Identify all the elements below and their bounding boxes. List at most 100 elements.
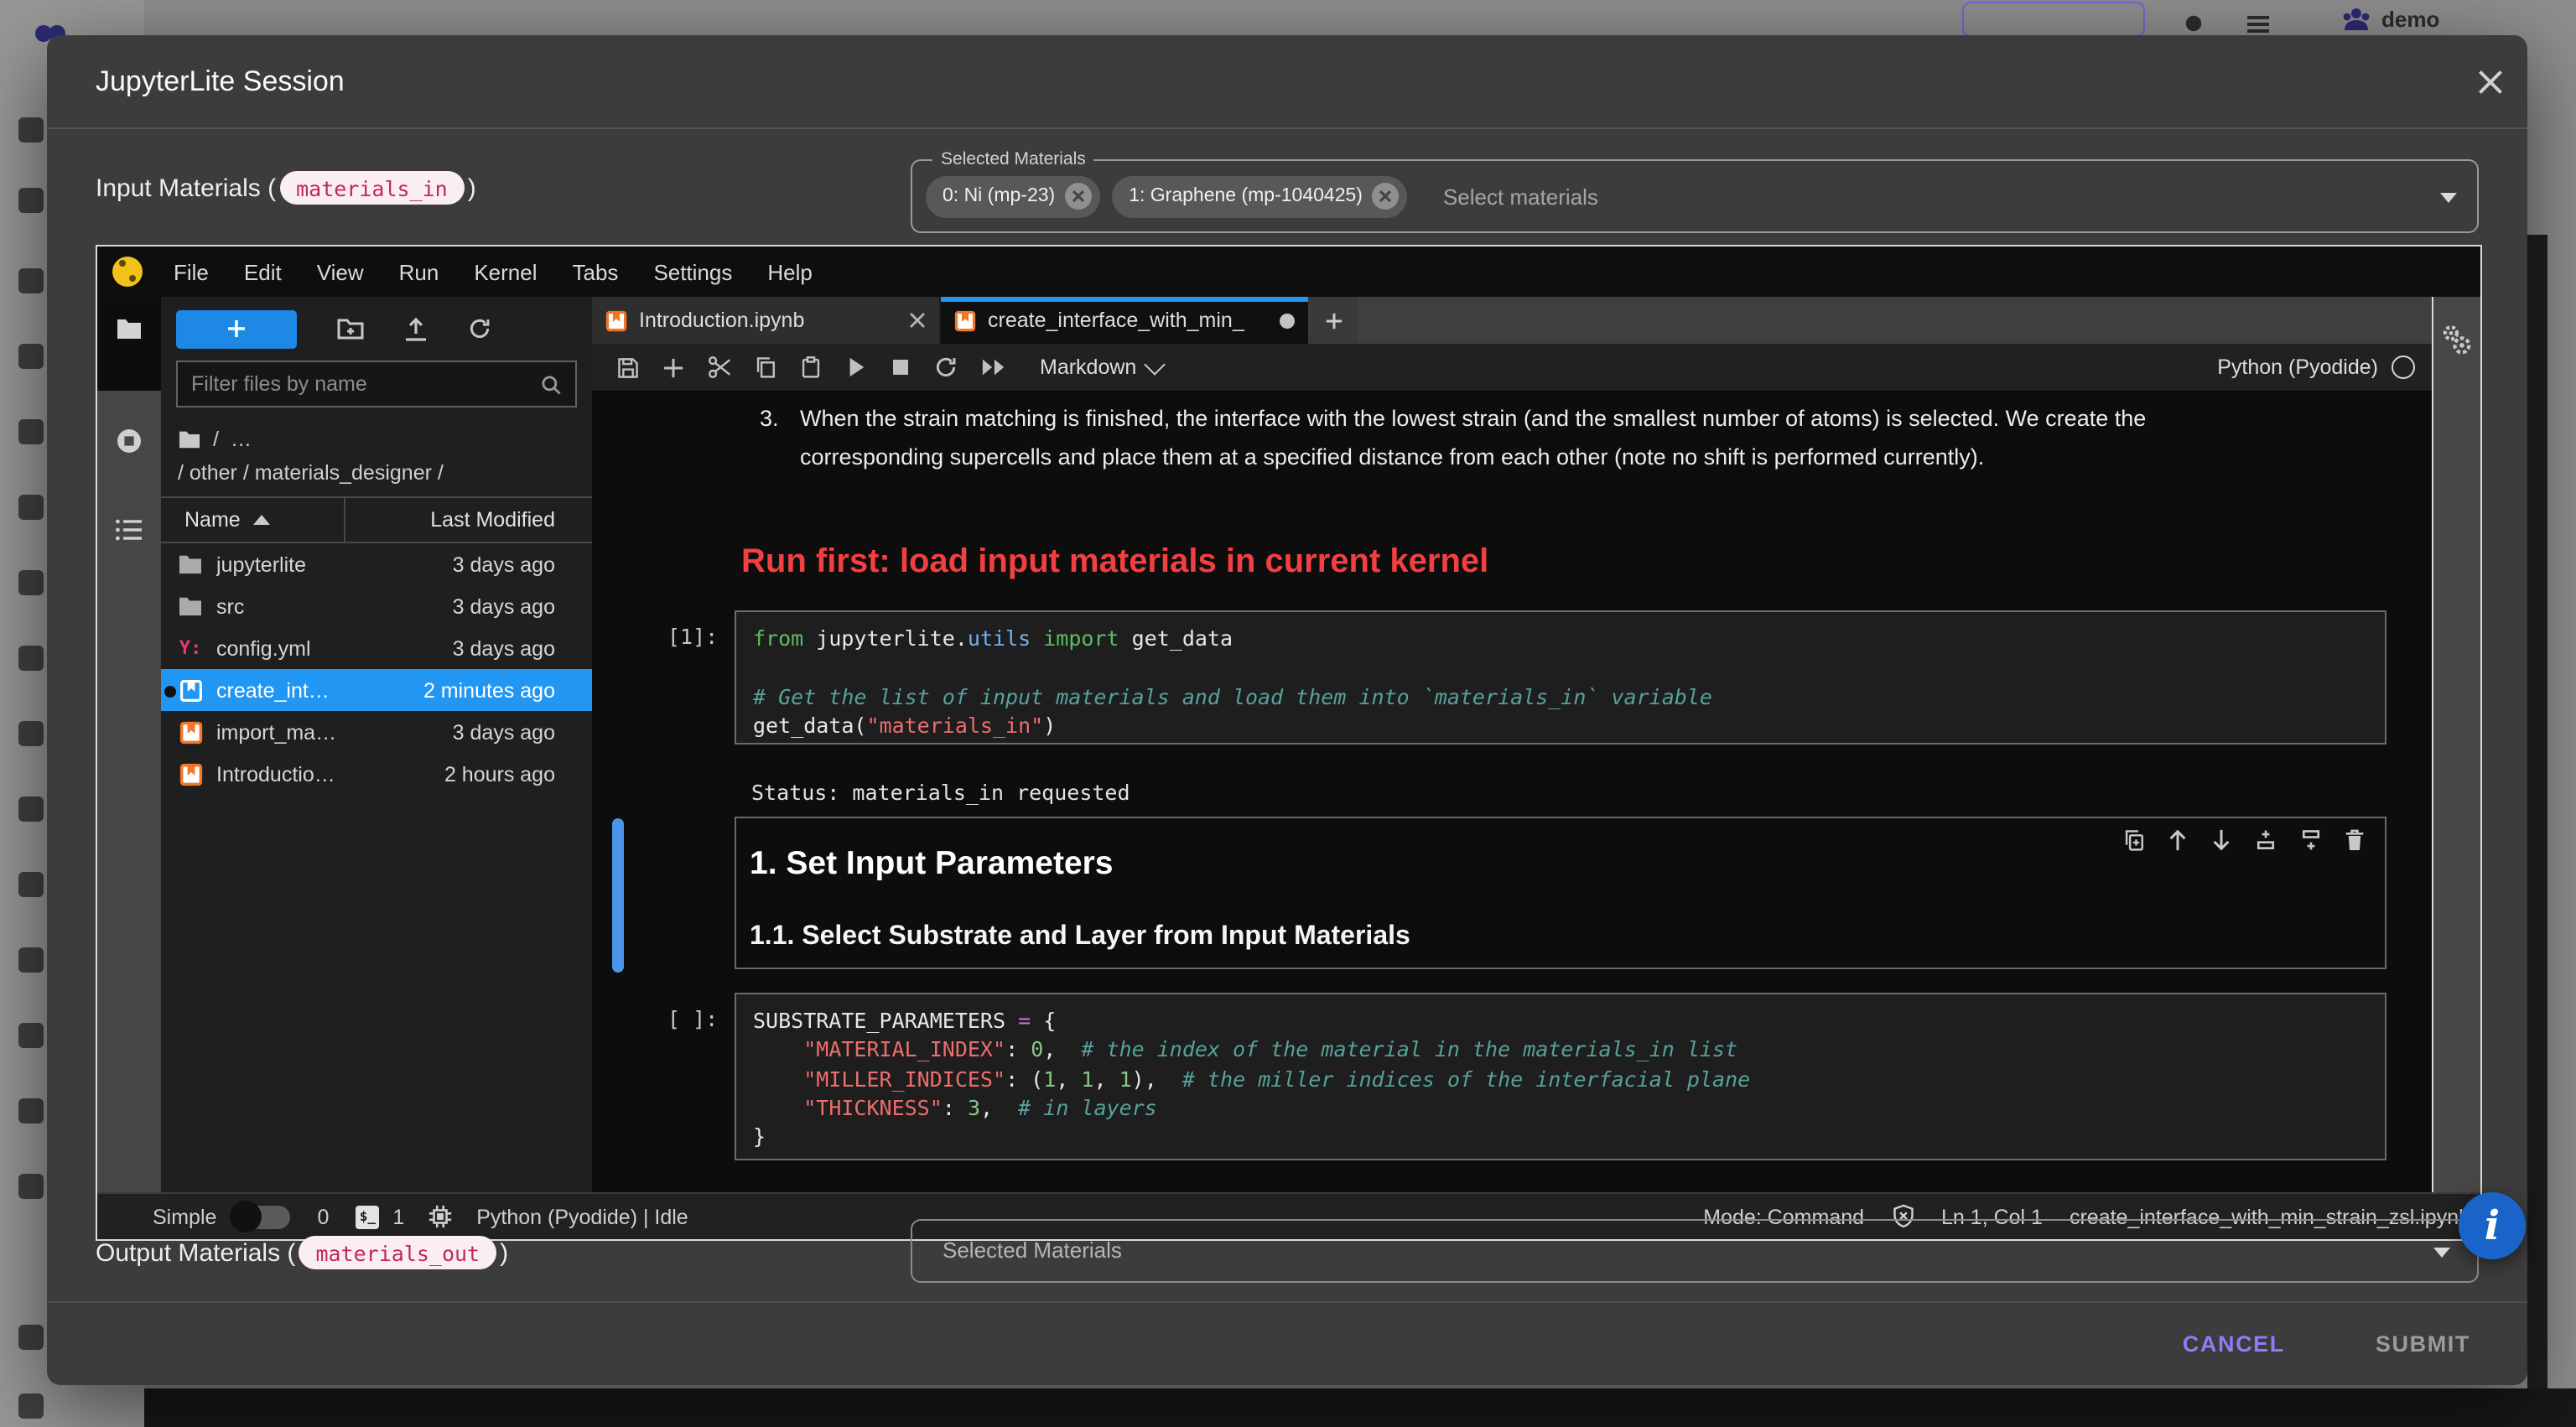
materials-out-code-chip: materials_out: [299, 1236, 496, 1269]
file-row[interactable]: Introductio… 2 hours ago: [161, 753, 592, 795]
copy-icon[interactable]: [755, 355, 776, 379]
notebook-tab-icon: [954, 309, 976, 331]
new-launcher-button[interactable]: [176, 309, 297, 348]
activity-bar-lower: [97, 391, 161, 1192]
cell-output: Status: materials_in requested: [751, 780, 1130, 805]
filter-files-input[interactable]: [178, 372, 540, 396]
kernel-indicator[interactable]: Python (Pyodide): [2217, 355, 2415, 379]
duplicate-cell-icon[interactable]: [2123, 828, 2145, 852]
file-modified: 2 hours ago: [344, 762, 592, 786]
file-row[interactable]: Y: config.yml 3 days ago: [161, 627, 592, 669]
cut-icon[interactable]: [708, 355, 731, 379]
table-of-contents-tab-icon[interactable]: [116, 518, 143, 542]
unsaved-changes-dot[interactable]: [1280, 313, 1295, 328]
paste-icon[interactable]: [800, 355, 822, 379]
cell-type-dropdown[interactable]: Markdown: [1040, 355, 1161, 379]
background-sidebar-icon: [18, 344, 44, 369]
terminals-count[interactable]: 0: [317, 1205, 329, 1228]
output-dropdown-label: Selected Materials: [943, 1221, 1122, 1281]
chevron-down-icon: [2433, 1248, 2450, 1258]
selected-materials-chips: 0: Ni (mp-23) 1: Graphene (mp-1040425) S…: [926, 161, 1598, 231]
file-list: jupyterlite 3 days ago src 3 days ago Y:: [161, 543, 592, 795]
insert-cell-above-icon[interactable]: [2254, 828, 2277, 852]
close-icon[interactable]: [2474, 65, 2507, 99]
column-name[interactable]: Name: [161, 498, 344, 542]
background-outlined-button: [1962, 2, 2145, 37]
chip-delete-icon[interactable]: [1373, 183, 1400, 210]
file-modified: 3 days ago: [344, 720, 592, 744]
restart-run-all-icon[interactable]: [981, 357, 1006, 377]
code-cell[interactable]: SUBSTRATE_PARAMETERS = { "MATERIAL_INDEX…: [735, 993, 2386, 1160]
menu-kernel[interactable]: Kernel: [456, 259, 554, 284]
menu-file[interactable]: File: [156, 259, 226, 284]
restart-kernel-icon[interactable]: [934, 355, 958, 379]
folder-icon: [178, 595, 203, 617]
filter-files-box: [176, 361, 577, 407]
file-row[interactable]: src 3 days ago: [161, 585, 592, 627]
file-row[interactable]: import_ma… 3 days ago: [161, 711, 592, 753]
tab-introduction[interactable]: Introduction.ipynb: [592, 297, 941, 344]
tab-create-interface[interactable]: create_interface_with_min_: [941, 297, 1308, 344]
breadcrumb-ellipsis[interactable]: …: [231, 428, 252, 451]
column-last-modified[interactable]: Last Modified: [344, 498, 592, 542]
home-folder-icon[interactable]: [178, 429, 201, 449]
menu-help[interactable]: Help: [750, 259, 830, 284]
simple-mode-toggle[interactable]: [233, 1205, 290, 1228]
yaml-file-icon: Y:: [178, 637, 203, 659]
background-sidebar-icon: [18, 797, 44, 822]
insert-cell-icon[interactable]: [662, 356, 684, 378]
run-first-heading: Run first: load input materials in curre…: [741, 543, 1488, 582]
breadcrumb: / … / other / materials_designer /: [161, 421, 592, 485]
notebook-content[interactable]: 3. When the strain matching is finished,…: [592, 392, 2432, 1192]
file-browser-tab-icon[interactable]: [116, 317, 143, 340]
file-row[interactable]: jupyterlite 3 days ago: [161, 543, 592, 585]
move-cell-up-icon[interactable]: [2167, 828, 2189, 852]
file-browser-panel: / … / other / materials_designer / Name …: [161, 297, 592, 1192]
menu-view[interactable]: View: [299, 259, 382, 284]
code-line: SUBSTRATE_PARAMETERS = {: [753, 1006, 2368, 1035]
running-kernels-tab-icon[interactable]: [116, 428, 143, 454]
markdown-list-text: corresponding supercells and place them …: [800, 444, 1984, 470]
kernel-status-text[interactable]: Python (Pyodide) | Idle: [476, 1205, 688, 1228]
cancel-button[interactable]: CANCEL: [2173, 1330, 2295, 1358]
material-chip[interactable]: 1: Graphene (mp-1040425): [1112, 175, 1408, 217]
background-sidebar-icon: [18, 188, 44, 213]
chip-delete-icon[interactable]: [1065, 183, 1092, 210]
menu-edit[interactable]: Edit: [226, 259, 299, 284]
breadcrumb-path[interactable]: / other / materials_designer /: [178, 461, 575, 485]
tab-close-icon[interactable]: [909, 312, 926, 329]
menu-settings[interactable]: Settings: [636, 259, 750, 284]
new-folder-icon[interactable]: [337, 317, 364, 340]
move-cell-down-icon[interactable]: [2210, 828, 2232, 852]
background-sidebar-icon: [18, 1023, 44, 1048]
stop-kernel-icon[interactable]: [891, 357, 911, 377]
code-cell[interactable]: from jupyterlite.utils import get_data #…: [735, 610, 2386, 745]
markdown-cell[interactable]: 1. Set Input Parameters 1.1. Select Subs…: [735, 817, 2386, 969]
info-button[interactable]: i: [2459, 1192, 2526, 1259]
material-chip[interactable]: 0: Ni (mp-23): [926, 175, 1100, 217]
chevron-down-icon[interactable]: [2440, 193, 2457, 203]
insert-cell-below-icon[interactable]: [2299, 828, 2323, 852]
property-inspector-gears-icon[interactable]: [2440, 324, 2474, 357]
select-materials-placeholder: Select materials: [1443, 184, 1598, 209]
input-materials-label-prefix: Input Materials (: [96, 174, 276, 202]
save-icon[interactable]: [617, 356, 639, 378]
background-bottom-band: [144, 1388, 2576, 1427]
jupyterlite-logo-icon: [112, 257, 143, 287]
file-row-selected[interactable]: create_int… 2 minutes ago: [161, 669, 592, 711]
refresh-icon[interactable]: [468, 317, 491, 340]
menu-run[interactable]: Run: [382, 259, 457, 284]
new-tab-button[interactable]: [1308, 297, 1358, 344]
upload-icon[interactable]: [404, 316, 428, 341]
submit-button[interactable]: SUBMIT: [2366, 1330, 2480, 1358]
code-line: get_data("materials_in"): [753, 711, 2368, 740]
dialog-footer: CANCEL SUBMIT: [47, 1301, 2527, 1385]
selected-materials-field[interactable]: Selected Materials 0: Ni (mp-23) 1: Grap…: [911, 159, 2479, 233]
delete-cell-icon[interactable]: [2345, 828, 2365, 852]
run-cell-icon[interactable]: [845, 355, 867, 379]
menu-tabs[interactable]: Tabs: [555, 259, 636, 284]
code-line: }: [753, 1122, 2368, 1151]
kernels-count[interactable]: 1: [392, 1205, 404, 1228]
material-chip-label: 1: Graphene (mp-1040425): [1129, 186, 1363, 206]
output-materials-dropdown[interactable]: Selected Materials: [911, 1219, 2479, 1283]
